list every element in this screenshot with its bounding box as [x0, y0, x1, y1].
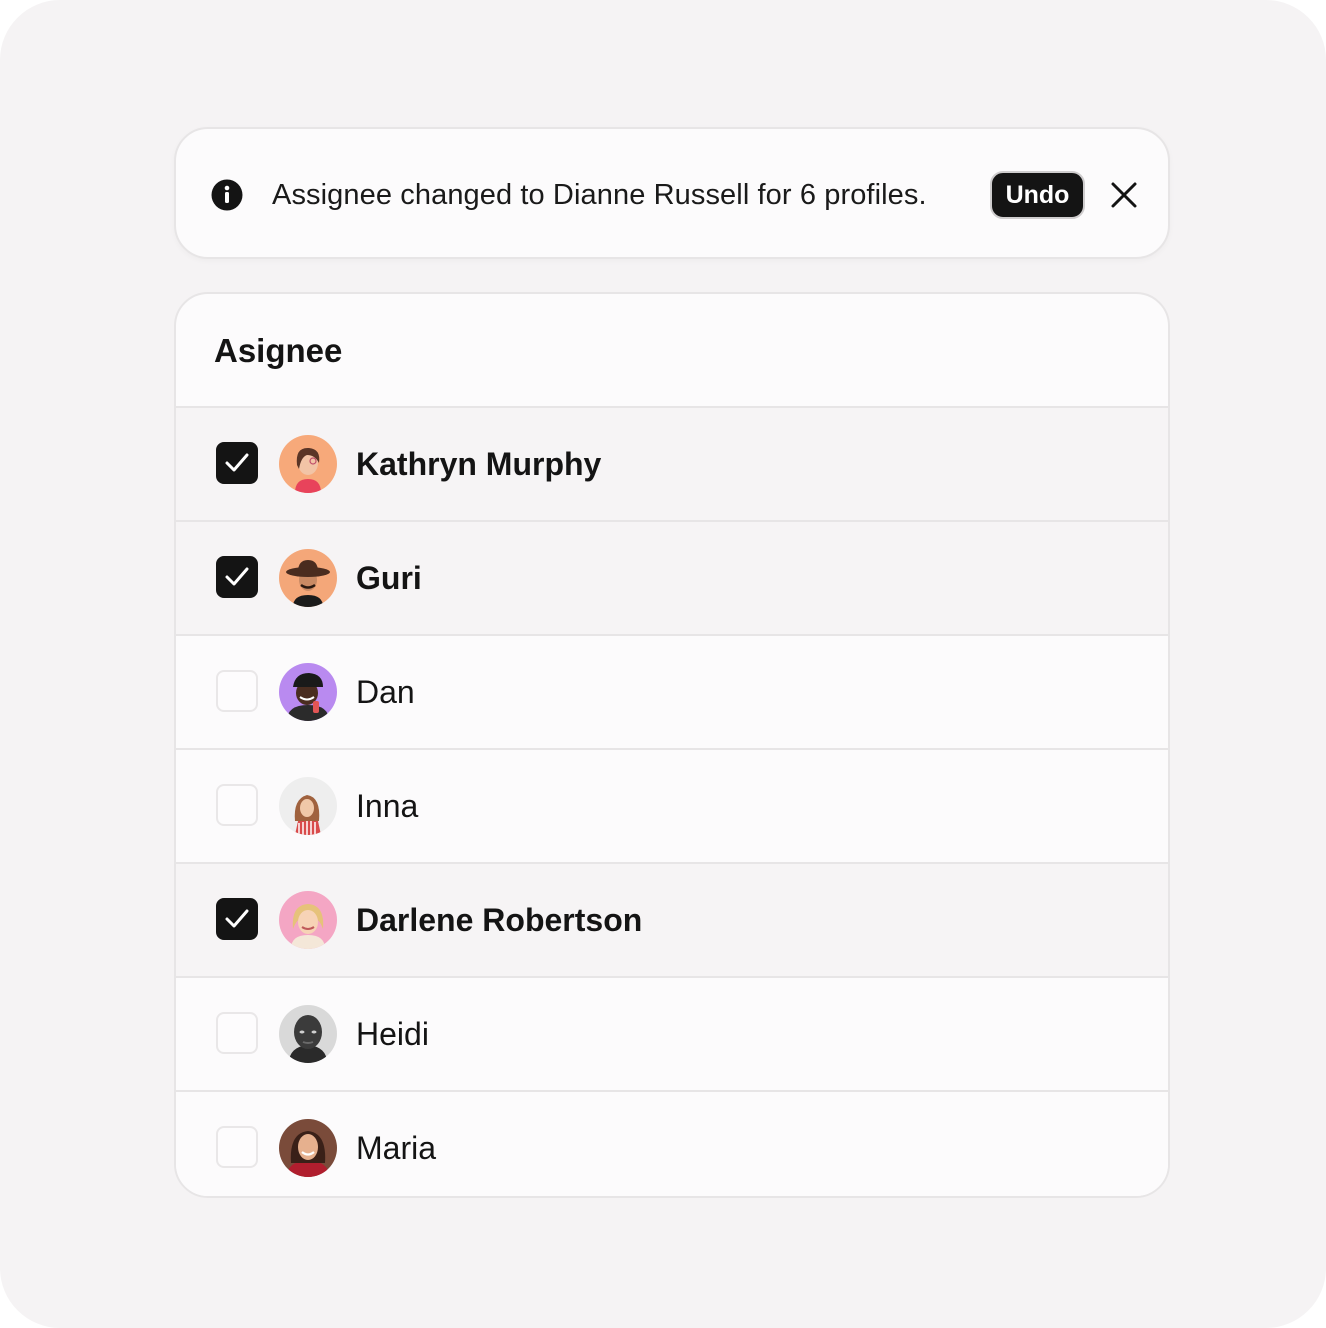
panel-title: Asignee	[214, 332, 343, 369]
assignee-checkbox[interactable]	[216, 670, 258, 712]
assignee-row-guri[interactable]: Guri	[176, 520, 1168, 634]
avatar	[279, 1005, 337, 1063]
assignee-row-maria[interactable]: Maria	[176, 1090, 1168, 1196]
assignee-name: Inna	[356, 788, 419, 824]
assignee-checkbox[interactable]	[216, 898, 258, 940]
assignee-checkbox[interactable]	[216, 556, 258, 598]
avatar	[279, 891, 337, 949]
assignee-name: Darlene Robertson	[356, 902, 643, 938]
avatar	[279, 549, 337, 607]
notification-toast: Assignee changed to Dianne Russell for 6…	[174, 127, 1170, 259]
assignee-name: Guri	[356, 560, 422, 596]
assignee-list: Kathryn Murphy Guri Dan Inna Darlene Rob…	[176, 406, 1168, 1196]
assignee-checkbox[interactable]	[216, 784, 258, 826]
assignee-checkbox[interactable]	[216, 442, 258, 484]
checkmark-icon	[225, 453, 249, 472]
assignee-row-dan[interactable]: Dan	[176, 634, 1168, 748]
assignee-name: Dan	[356, 674, 415, 710]
info-icon	[211, 179, 243, 211]
toast-message: Assignee changed to Dianne Russell for 6…	[272, 179, 927, 211]
assignee-row-inna[interactable]: Inna	[176, 748, 1168, 862]
assignee-name: Heidi	[356, 1016, 429, 1052]
checkmark-icon	[225, 909, 249, 928]
close-icon[interactable]	[1110, 181, 1138, 209]
undo-button[interactable]: Undo	[990, 171, 1085, 219]
avatar	[279, 663, 337, 721]
page-background: Assignee changed to Dianne Russell for 6…	[0, 0, 1326, 1328]
avatar	[279, 777, 337, 835]
assignee-name: Maria	[356, 1130, 437, 1166]
assignee-checkbox[interactable]	[216, 1126, 258, 1168]
assignee-panel: Asignee Kathryn Murphy Guri Dan Inna Dar…	[174, 292, 1170, 1198]
assignee-row-darlene-robertson[interactable]: Darlene Robertson	[176, 862, 1168, 976]
checkmark-icon	[225, 567, 249, 586]
assignee-name: Kathryn Murphy	[356, 446, 602, 482]
assignee-row-kathryn-murphy[interactable]: Kathryn Murphy	[176, 406, 1168, 520]
assignee-row-heidi[interactable]: Heidi	[176, 976, 1168, 1090]
avatar	[279, 435, 337, 493]
assignee-checkbox[interactable]	[216, 1012, 258, 1054]
avatar	[279, 1119, 337, 1177]
